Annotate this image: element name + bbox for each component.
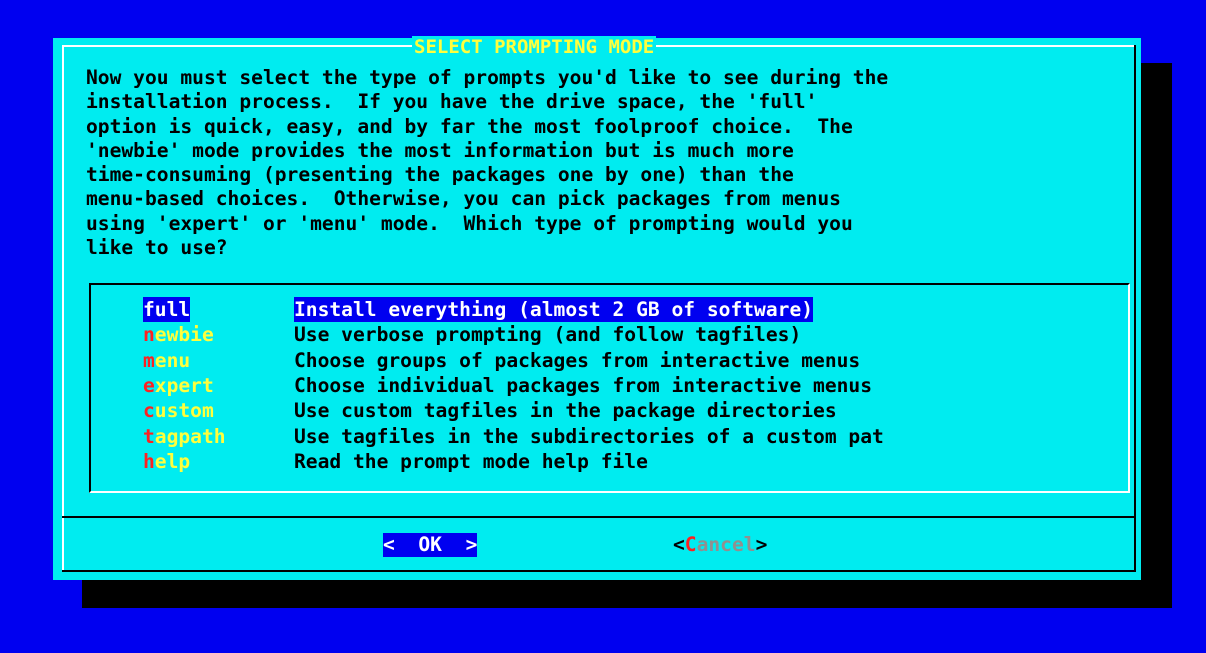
menu-item-description: Use custom tagfiles in the package direc…	[294, 399, 837, 423]
menu-item-tag-rest: agpath	[154, 424, 226, 448]
menu-item-tag-rest: elp	[154, 449, 191, 473]
menu-item-hotkey: n	[143, 323, 155, 347]
cancel-label: ancel	[696, 533, 756, 556]
dialog-border-left	[62, 45, 64, 571]
menu-item-description: Choose groups of packages from interacti…	[294, 348, 861, 372]
menu-item-description: Read the prompt mode help file	[294, 449, 648, 473]
menu-item-tag-rest: ustom	[154, 399, 214, 423]
menu-item-hotkey: m	[143, 348, 155, 372]
menu-item-tag: newbie	[143, 322, 214, 347]
menu-item-tag: tagpath	[143, 424, 226, 449]
menu-item-tag-rest: xpert	[154, 373, 214, 397]
menu-item-tag-rest: ewbie	[154, 323, 214, 347]
menu-item-tag: menu	[143, 348, 190, 373]
menu-item-tag: help	[143, 449, 190, 474]
menu-item-tag: custom	[143, 398, 214, 423]
button-separator	[62, 516, 1136, 518]
menu-item-tag: full	[143, 297, 191, 322]
installer-screen: { "dialog": { "title": "SELECT PROMPTING…	[0, 0, 1206, 653]
menu-item-hotkey: e	[143, 373, 155, 397]
menu-item-description: Use verbose prompting (and follow tagfil…	[294, 323, 802, 347]
cancel-button[interactable]: <Cancel>	[673, 533, 767, 557]
cancel-close-bracket: >	[755, 533, 768, 556]
menu-item-hotkey: c	[143, 399, 155, 423]
cancel-hotkey: C	[684, 533, 697, 556]
menu-item-description: Install everything (almost 2 GB of softw…	[294, 297, 814, 322]
cancel-open-bracket: <	[673, 533, 685, 556]
menu-item-tag-text: full	[143, 298, 191, 321]
dialog-title: SELECT PROMPTING MODE	[412, 36, 657, 58]
menu-item-tag-rest: enu	[154, 348, 191, 372]
ok-button[interactable]: < OK >	[383, 533, 478, 557]
dialog-message: Now you must select the type of prompts …	[86, 66, 889, 260]
dialog-border-bottom	[62, 570, 1136, 572]
dialog-border-right	[1134, 45, 1136, 571]
menu-item-tag: expert	[143, 373, 214, 398]
menu-item-description: Use tagfiles in the subdirectories of a …	[294, 424, 884, 448]
menu-item-description: Choose individual packages from interact…	[294, 373, 873, 397]
menu-item-hotkey: t	[143, 424, 155, 448]
menu-item-hotkey: h	[143, 449, 155, 473]
